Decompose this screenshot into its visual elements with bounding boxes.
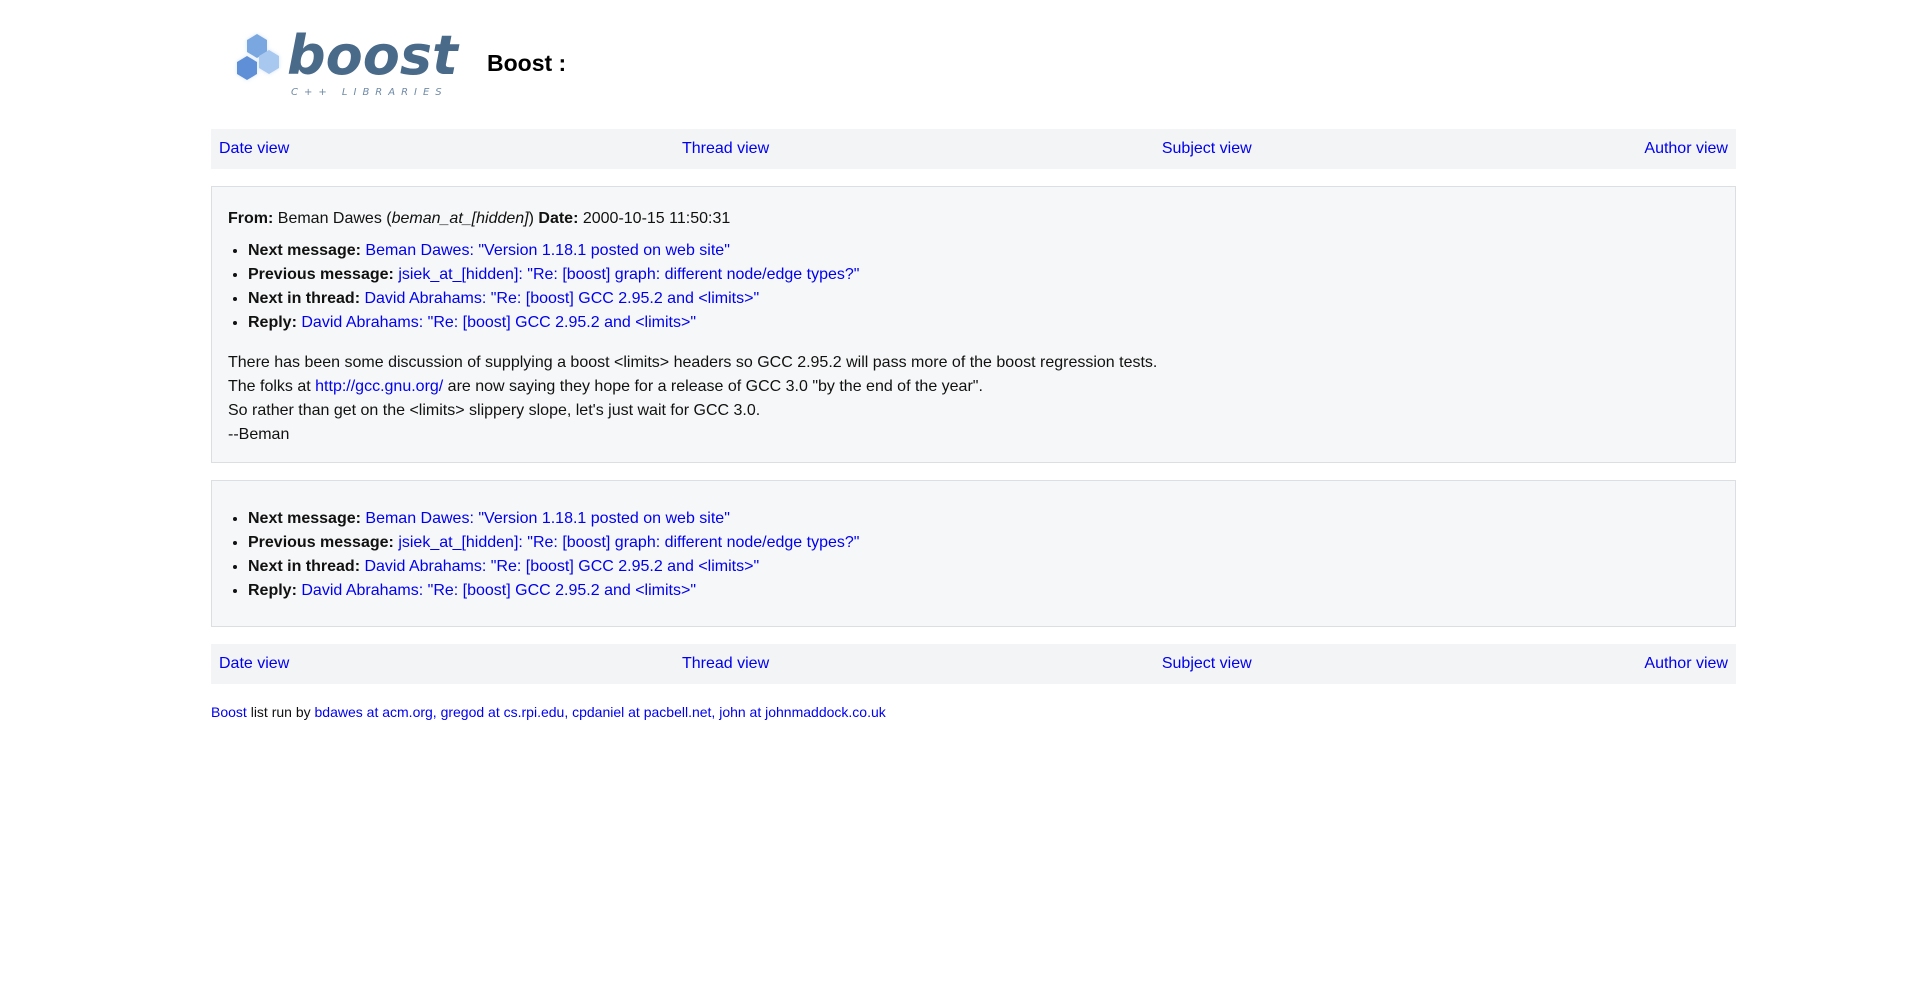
list-item: Next in thread: David Abrahams: "Re: [bo… [248,555,1719,579]
previous-message-link[interactable]: jsiek_at_[hidden]: "Re: [boost] graph: d… [398,266,859,283]
body-line: The folks at http://gcc.gnu.org/ are now… [228,375,1719,399]
logo-subtitle: C++ LIBRARIES [291,87,448,98]
reply-label: Reply: [248,314,297,331]
message-links-bottom: Next message: Beman Dawes: "Version 1.18… [228,507,1719,603]
reply-link[interactable]: David Abrahams: "Re: [boost] GCC 2.95.2 … [301,314,696,331]
body-text-segment: The folks at [228,378,316,395]
subject-view-link[interactable]: Subject view [1162,140,1252,158]
list-item: Reply: David Abrahams: "Re: [boost] GCC … [248,311,1719,335]
body-line: So rather than get on the <limits> slipp… [228,402,761,419]
credits-text: list run by [246,704,315,720]
message-body: There has been some discussion of supply… [228,351,1719,447]
maintainers-link[interactable]: bdawes at acm.org, gregod at cs.rpi.edu,… [315,704,886,720]
next-in-thread-label: Next in thread: [248,558,361,575]
thread-view-link[interactable]: Thread view [682,655,769,673]
subject-view-link[interactable]: Subject view [1162,655,1252,673]
message-panel: From: Beman Dawes (beman_at_[hidden]) Da… [211,186,1736,463]
next-message-label: Next message: [248,510,361,527]
author-name: Beman Dawes [277,210,382,227]
next-in-thread-link[interactable]: David Abrahams: "Re: [boost] GCC 2.95.2 … [364,290,759,307]
previous-message-label: Previous message: [248,534,394,551]
list-item: Previous message: jsiek_at_[hidden]: "Re… [248,531,1719,555]
date-view-link[interactable]: Date view [219,655,289,673]
author-email: beman_at_[hidden] [391,210,529,227]
message-meta: From: Beman Dawes (beman_at_[hidden]) Da… [228,207,1719,231]
list-item: Next in thread: David Abrahams: "Re: [bo… [248,287,1719,311]
next-message-link[interactable]: Beman Dawes: "Version 1.18.1 posted on w… [365,510,729,527]
list-item: Next message: Beman Dawes: "Version 1.18… [248,507,1719,531]
body-text-segment: are now saying they hope for a release o… [443,378,983,395]
list-item: Next message: Beman Dawes: "Version 1.18… [248,239,1719,263]
top-nav-bar: Date view Thread view Subject view Autho… [211,129,1736,169]
next-in-thread-label: Next in thread: [248,290,361,307]
previous-message-link[interactable]: jsiek_at_[hidden]: "Re: [boost] graph: d… [398,534,859,551]
date-value: 2000-10-15 11:50:31 [582,210,731,227]
page-container: boost C++ LIBRARIES Boost : Date view Th… [211,0,1736,721]
body-line: --Beman [228,426,290,443]
message-links-panel: Next message: Beman Dawes: "Version 1.18… [211,480,1736,627]
author-view-link[interactable]: Author view [1644,140,1728,158]
previous-message-label: Previous message: [248,266,394,283]
next-message-link[interactable]: Beman Dawes: "Version 1.18.1 posted on w… [365,242,729,259]
from-label: From: [228,210,274,227]
reply-link[interactable]: David Abrahams: "Re: [boost] GCC 2.95.2 … [301,582,696,599]
reply-label: Reply: [248,582,297,599]
boost-logo[interactable]: boost C++ LIBRARIES [225,24,465,106]
date-label: Date: [538,210,579,227]
header: boost C++ LIBRARIES Boost : [211,0,1736,129]
boost-logo-icon: boost C++ LIBRARIES [237,24,460,98]
list-credits: Boost list run by bdawes at acm.org, gre… [211,703,1736,721]
message-links-top: Next message: Beman Dawes: "Version 1.18… [228,239,1719,335]
bottom-nav-bar: Date view Thread view Subject view Autho… [211,644,1736,684]
close-paren: ) [528,210,539,227]
page-title: Boost : [487,50,567,76]
boost-home-link[interactable]: Boost [211,704,247,720]
list-item: Previous message: jsiek_at_[hidden]: "Re… [248,263,1719,287]
date-view-link[interactable]: Date view [219,140,289,158]
gcc-link[interactable]: http://gcc.gnu.org/ [315,378,443,395]
next-in-thread-link[interactable]: David Abrahams: "Re: [boost] GCC 2.95.2 … [364,558,759,575]
thread-view-link[interactable]: Thread view [682,140,769,158]
open-paren: ( [381,210,392,227]
author-view-link[interactable]: Author view [1644,655,1728,673]
list-item: Reply: David Abrahams: "Re: [boost] GCC … [248,579,1719,603]
next-message-label: Next message: [248,242,361,259]
logo-word: boost [287,26,460,87]
body-line: There has been some discussion of supply… [228,354,1158,371]
